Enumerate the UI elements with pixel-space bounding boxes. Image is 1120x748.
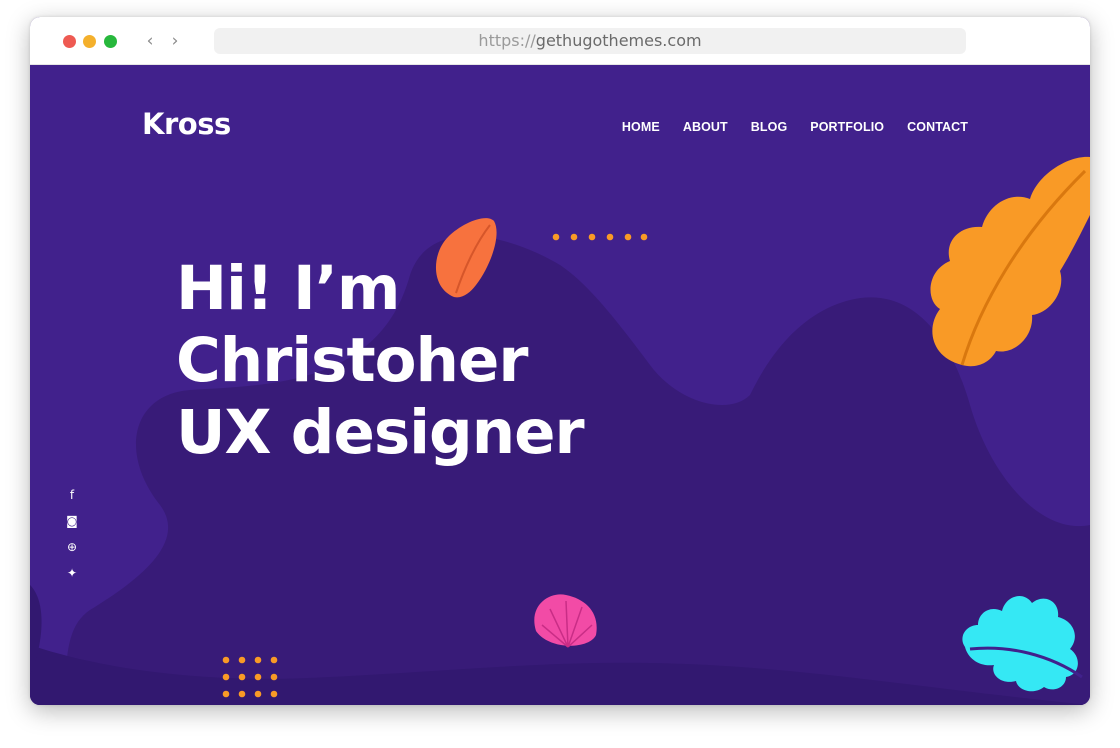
browser-window: ‹ › https://gethugothemes.com Kross HOME… (30, 17, 1090, 705)
hero-line-greeting: Hi! I’m (176, 253, 400, 324)
nav-blog-link[interactable]: BLOG (751, 120, 788, 134)
hero-line-role: UX designer (176, 397, 585, 468)
social-links: f ◙ ⊕ ✦ (64, 487, 80, 591)
back-arrow-icon[interactable]: ‹ (141, 30, 159, 52)
twitter-icon[interactable]: ✦ (64, 565, 80, 581)
maximize-window-button[interactable] (104, 35, 117, 48)
forward-arrow-icon[interactable]: › (166, 30, 184, 52)
minimize-window-button[interactable] (83, 35, 96, 48)
hero-line-name: Christoher (176, 325, 528, 396)
site-logo[interactable]: Kross (142, 107, 231, 141)
nav-about-link[interactable]: ABOUT (683, 120, 728, 134)
address-bar[interactable]: https://gethugothemes.com (214, 28, 966, 54)
instagram-icon[interactable]: ◙ (64, 513, 80, 529)
nav-contact-link[interactable]: CONTACT (907, 120, 968, 134)
hero-heading: Hi! I’m Christoher UX designer (176, 253, 585, 469)
main-navigation: HOME ABOUT BLOG PORTFOLIO CONTACT (622, 120, 968, 134)
nav-home-link[interactable]: HOME (622, 120, 660, 134)
nav-portfolio-link[interactable]: PORTFOLIO (810, 120, 884, 134)
url-scheme: https:// (478, 31, 536, 50)
dot-row-pattern (552, 233, 648, 241)
orange-leaf-icon (930, 156, 1090, 367)
url-host: gethugothemes.com (535, 31, 702, 50)
close-window-button[interactable] (63, 35, 76, 48)
dribbble-icon[interactable]: ⊕ (64, 539, 80, 555)
browser-toolbar: ‹ › https://gethugothemes.com (30, 17, 1090, 65)
facebook-icon[interactable]: f (64, 487, 80, 503)
website-hero-section: Kross HOME ABOUT BLOG PORTFOLIO CONTACT … (30, 65, 1090, 705)
